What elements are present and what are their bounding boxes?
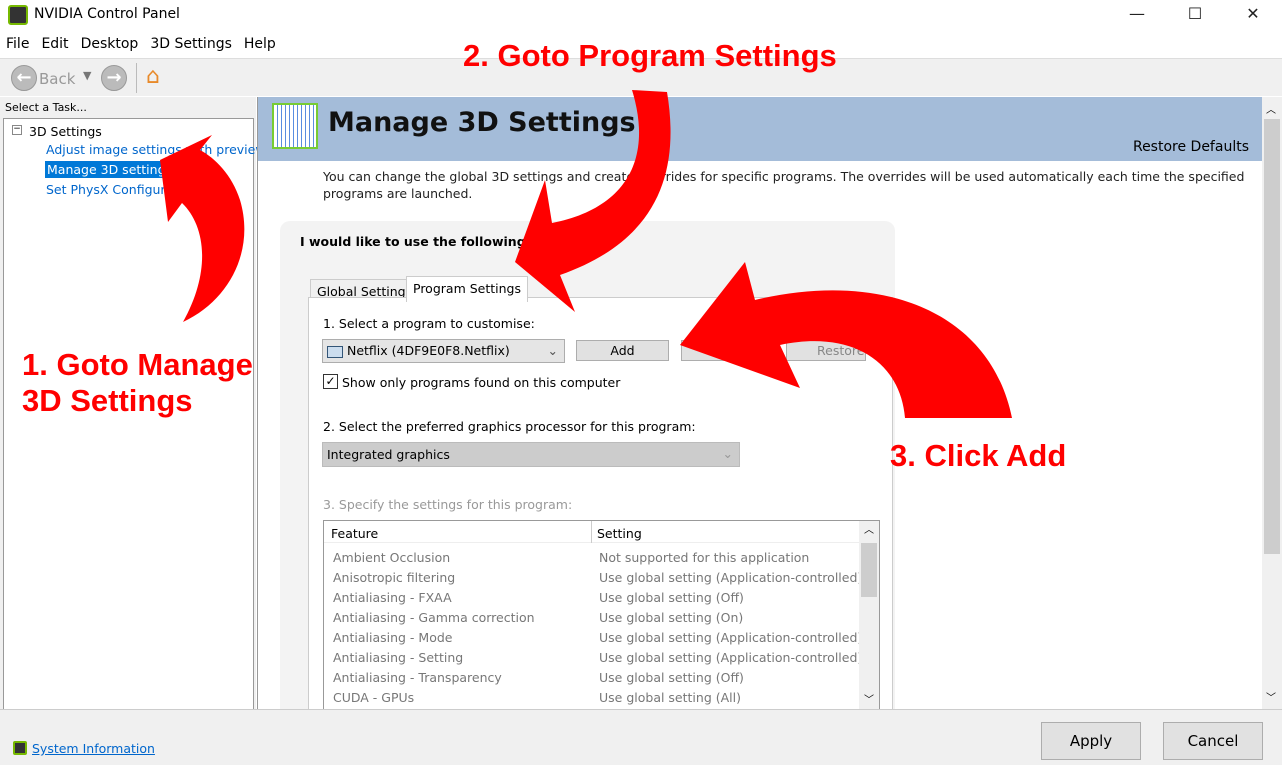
arrow-1-icon	[160, 135, 245, 322]
tab-program-settings[interactable]: Program Settings	[406, 276, 528, 302]
arrow-3-icon	[680, 262, 1012, 418]
arrow-2-icon	[515, 90, 671, 312]
annotation-step-1: 1. Goto Manage 3D Settings	[22, 347, 253, 418]
annotation-step-2: 2. Goto Program Settings	[463, 38, 837, 73]
annotation-step-3: 3. Click Add	[890, 438, 1067, 473]
